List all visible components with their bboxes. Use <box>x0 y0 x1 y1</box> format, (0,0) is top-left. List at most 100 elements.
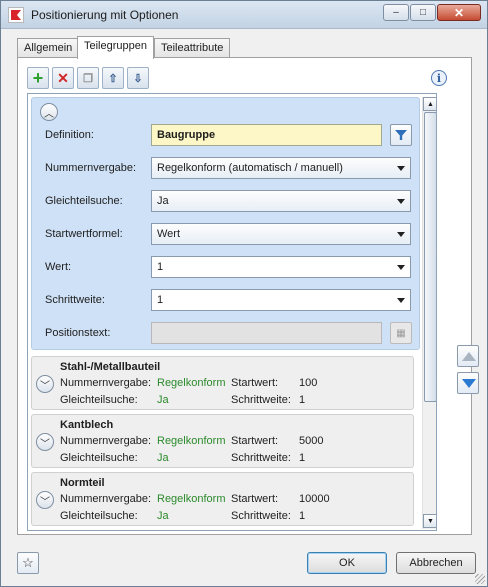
wert-label: Wert: <box>45 261 72 273</box>
gleichteilsuche-value: Ja <box>157 510 169 522</box>
gleichteilsuche-value: Ja <box>157 452 169 464</box>
schrittweite-label: Schrittweite: <box>231 510 291 522</box>
startwertformel-label: Startwertformel: <box>45 228 123 240</box>
schrittweite-combo[interactable]: 1 <box>151 289 411 311</box>
toolbar: + ✕ ❐ ⇧ ⇩ <box>27 67 152 89</box>
tab-teileattribute[interactable]: Teileattribute <box>154 38 231 58</box>
schrittweite-label: Schrittweite: <box>231 394 291 406</box>
gleichteilsuche-label: Gleichteilsuche: <box>60 394 138 406</box>
schrittweite-value: 1 <box>299 394 306 406</box>
schrittweite-label: Schrittweite: <box>231 452 291 464</box>
add-icon[interactable]: + <box>27 67 49 89</box>
definition-field[interactable]: Baugruppe <box>151 124 382 146</box>
app-icon <box>8 7 24 23</box>
gleichteilsuche-row: Gleichteilsuche: Ja <box>45 190 415 212</box>
copy-icon[interactable]: ❐ <box>77 67 99 89</box>
collapse-icon[interactable]: ︿ <box>40 103 58 121</box>
positionstext-edit-button: ▦ <box>390 322 412 344</box>
scroll-up-button[interactable]: ▲ <box>423 97 436 111</box>
dialog-window: Positionierung mit Optionen – □ ✕ Allgem… <box>0 0 488 587</box>
startwert-value: 5000 <box>299 435 324 447</box>
delete-icon[interactable]: ✕ <box>52 67 74 89</box>
filter-icon <box>395 130 407 140</box>
nummernvergabe-row: Nummernvergabe: Regelkonform (automatisc… <box>45 157 415 179</box>
schrittweite-value: 1 <box>299 510 306 522</box>
gleichteilsuche-select[interactable]: Ja <box>151 190 411 212</box>
groups-list: ︿ Definition: Baugruppe Nummernvergabe: … <box>27 93 437 531</box>
startwertformel-value: Wert <box>157 228 181 240</box>
positionstext-label: Positionstext: <box>45 327 111 339</box>
gleichteilsuche-label: Gleichteilsuche: <box>45 195 123 207</box>
star-icon: ☆ <box>22 555 34 570</box>
group-line-1: Nummernvergabe: Regelkonform Startwert: … <box>60 435 323 447</box>
vertical-scrollbar[interactable]: ▲ ▼ <box>422 97 436 529</box>
gleichteilsuche-value: Ja <box>157 195 169 207</box>
info-icon[interactable]: i <box>431 70 447 86</box>
wert-value: 1 <box>157 261 164 273</box>
wert-row: Wert: 1 <box>45 256 415 278</box>
group-line-2: Gleichteilsuche: Ja Schrittweite: 1 <box>60 394 305 406</box>
gleichteilsuche-label: Gleichteilsuche: <box>60 452 138 464</box>
text-edit-icon: ▦ <box>396 327 406 339</box>
scroll-down-button[interactable]: ▼ <box>423 514 436 528</box>
filter-button[interactable] <box>390 124 412 146</box>
startwertformel-row: Startwertformel: Wert <box>45 223 415 245</box>
group-stahl-metallbauteil[interactable]: ﹀ Stahl-/Metallbauteil Nummernvergabe: R… <box>31 356 414 410</box>
cancel-button[interactable]: Abbrechen <box>396 552 476 574</box>
scroll-thumb[interactable] <box>424 112 436 402</box>
nummernvergabe-value: Regelkonform <box>157 493 226 505</box>
nummernvergabe-select[interactable]: Regelkonform (automatisch / manuell) <box>151 157 411 179</box>
tab-panel-teilegruppen: + ✕ ❐ ⇧ ⇩ i ︿ Definition: Baugruppe Numm… <box>17 57 479 535</box>
nummernvergabe-label: Nummernvergabe: <box>60 377 152 389</box>
startwertformel-select[interactable]: Wert <box>151 223 411 245</box>
wert-combo[interactable]: 1 <box>151 256 411 278</box>
import-icon[interactable]: ⇧ <box>102 67 124 89</box>
group-kantblech[interactable]: ﹀ Kantblech Nummernvergabe: Regelkonform… <box>31 414 414 468</box>
startwert-label: Startwert: <box>231 435 279 447</box>
schrittweite-row: Schrittweite: 1 <box>45 289 415 311</box>
move-up-button[interactable] <box>457 345 479 367</box>
arrow-down-icon <box>462 379 476 388</box>
arrow-up-icon <box>462 352 476 361</box>
group-normteil[interactable]: ﹀ Normteil Nummernvergabe: Regelkonform … <box>31 472 414 526</box>
group-line-1: Nummernvergabe: Regelkonform Startwert: … <box>60 493 330 505</box>
nummernvergabe-label: Nummernvergabe: <box>60 435 152 447</box>
startwert-value: 100 <box>299 377 318 389</box>
maximize-button[interactable]: □ <box>410 4 436 21</box>
group-line-2: Gleichteilsuche: Ja Schrittweite: 1 <box>60 510 305 522</box>
schrittweite-label: Schrittweite: <box>45 294 105 306</box>
expand-icon[interactable]: ﹀ <box>36 433 54 451</box>
chevron-down-icon <box>397 199 405 204</box>
resize-grip[interactable] <box>475 574 485 584</box>
favorites-button[interactable]: ☆ <box>17 552 39 574</box>
group-title: Normteil <box>60 477 105 489</box>
nummernvergabe-value: Regelkonform <box>157 435 226 447</box>
title-bar[interactable]: Positionierung mit Optionen – □ ✕ <box>1 1 487 29</box>
expand-icon[interactable]: ﹀ <box>36 375 54 393</box>
group-title: Kantblech <box>60 419 114 431</box>
group-line-2: Gleichteilsuche: Ja Schrittweite: 1 <box>60 452 305 464</box>
close-button[interactable]: ✕ <box>437 4 481 21</box>
schrittweite-value: 1 <box>299 452 306 464</box>
schrittweite-value: 1 <box>157 294 164 306</box>
move-down-button[interactable] <box>457 372 479 394</box>
nummernvergabe-label: Nummernvergabe: <box>45 162 137 174</box>
group-line-1: Nummernvergabe: Regelkonform Startwert: … <box>60 377 317 389</box>
definition-panel: ︿ Definition: Baugruppe Nummernvergabe: … <box>31 97 420 350</box>
minimize-button[interactable]: – <box>383 4 409 21</box>
startwert-label: Startwert: <box>231 493 279 505</box>
export-icon[interactable]: ⇩ <box>127 67 149 89</box>
chevron-down-icon <box>397 298 405 303</box>
chevron-down-icon <box>397 265 405 270</box>
gleichteilsuche-value: Ja <box>157 394 169 406</box>
chevron-down-icon <box>397 166 405 171</box>
tab-teilegruppen[interactable]: Teilegruppen <box>77 36 154 59</box>
nummernvergabe-value: Regelkonform (automatisch / manuell) <box>157 162 343 174</box>
definition-row: Definition: Baugruppe <box>45 124 415 146</box>
startwert-value: 10000 <box>299 493 330 505</box>
definition-label: Definition: <box>45 129 94 141</box>
ok-button[interactable]: OK <box>307 552 387 574</box>
window-title: Positionierung mit Optionen <box>31 8 179 22</box>
expand-icon[interactable]: ﹀ <box>36 491 54 509</box>
tab-allgemein[interactable]: Allgemein <box>17 38 80 58</box>
